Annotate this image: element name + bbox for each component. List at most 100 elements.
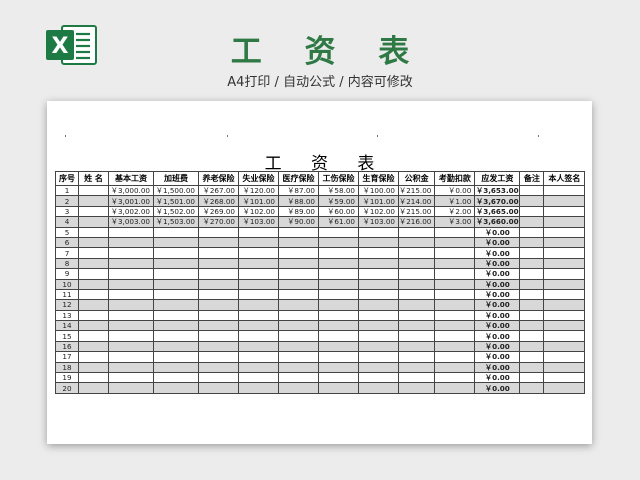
table-cell[interactable] xyxy=(198,299,239,311)
table-cell[interactable] xyxy=(78,184,109,197)
table-cell[interactable] xyxy=(543,278,586,290)
table-cell[interactable] xyxy=(153,361,199,374)
table-cell[interactable] xyxy=(153,236,199,249)
table-cell[interactable]: 17 xyxy=(55,351,79,363)
table-cell[interactable] xyxy=(198,372,239,384)
table-cell[interactable] xyxy=(278,226,319,238)
table-cell[interactable] xyxy=(543,268,586,280)
table-cell[interactable]: ￥101.00 xyxy=(238,195,279,207)
table-cell[interactable] xyxy=(318,330,359,342)
table-cell[interactable]: ￥1,502.00 xyxy=(153,205,199,218)
table-cell[interactable]: 4 xyxy=(55,216,79,228)
table-cell[interactable] xyxy=(434,320,476,332)
table-cell[interactable] xyxy=(153,340,199,353)
table-cell[interactable] xyxy=(434,351,476,363)
table-cell[interactable] xyxy=(78,205,109,218)
table-cell[interactable] xyxy=(278,330,319,342)
table-cell[interactable] xyxy=(543,372,586,384)
table-cell[interactable] xyxy=(519,257,545,270)
table-cell[interactable] xyxy=(358,382,399,394)
table-cell[interactable] xyxy=(278,320,319,332)
table-cell[interactable]: ￥0.00 xyxy=(474,361,521,374)
table-cell[interactable] xyxy=(519,247,545,259)
table-cell[interactable] xyxy=(434,382,476,394)
table-cell[interactable] xyxy=(278,288,319,301)
table-cell[interactable]: ￥3,001.00 xyxy=(108,195,154,207)
table-cell[interactable] xyxy=(543,340,586,353)
table-cell[interactable] xyxy=(543,309,586,322)
table-cell[interactable] xyxy=(434,278,476,290)
table-cell[interactable] xyxy=(238,361,279,374)
table-cell[interactable] xyxy=(318,226,359,238)
table-cell[interactable] xyxy=(543,361,586,374)
table-cell[interactable]: ￥102.00 xyxy=(238,205,279,218)
table-cell[interactable] xyxy=(397,351,436,363)
table-cell[interactable] xyxy=(78,268,109,280)
table-cell[interactable]: ￥3,670.00 xyxy=(474,195,521,207)
table-cell[interactable] xyxy=(108,257,154,270)
table-cell[interactable] xyxy=(318,288,359,301)
table-cell[interactable] xyxy=(434,330,476,342)
table-cell[interactable] xyxy=(434,288,476,301)
table-cell[interactable] xyxy=(434,268,476,280)
table-cell[interactable] xyxy=(108,330,154,342)
table-cell[interactable] xyxy=(434,372,476,384)
table-cell[interactable] xyxy=(198,278,239,290)
table-cell[interactable] xyxy=(318,320,359,332)
table-cell[interactable] xyxy=(358,278,399,290)
table-cell[interactable] xyxy=(78,278,109,290)
table-cell[interactable] xyxy=(543,184,586,197)
table-cell[interactable] xyxy=(397,330,436,342)
table-cell[interactable] xyxy=(198,361,239,374)
table-cell[interactable] xyxy=(358,340,399,353)
table-cell[interactable] xyxy=(397,382,436,394)
table-cell[interactable]: ￥0.00 xyxy=(474,372,521,384)
table-cell[interactable] xyxy=(238,299,279,311)
table-cell[interactable]: ￥120.00 xyxy=(238,184,279,197)
table-cell[interactable] xyxy=(78,361,109,374)
table-cell[interactable]: 18 xyxy=(55,361,79,374)
table-cell[interactable] xyxy=(434,340,476,353)
table-cell[interactable] xyxy=(153,247,199,259)
table-cell[interactable] xyxy=(108,288,154,301)
table-cell[interactable] xyxy=(278,372,319,384)
table-cell[interactable] xyxy=(278,340,319,353)
table-cell[interactable] xyxy=(519,205,545,218)
table-cell[interactable] xyxy=(397,372,436,384)
table-cell[interactable] xyxy=(519,268,545,280)
table-cell[interactable] xyxy=(238,278,279,290)
table-cell[interactable] xyxy=(153,309,199,322)
table-cell[interactable] xyxy=(397,309,436,322)
table-cell[interactable] xyxy=(238,382,279,394)
table-cell[interactable] xyxy=(238,351,279,363)
table-cell[interactable]: ￥0.00 xyxy=(474,288,521,301)
table-cell[interactable] xyxy=(198,257,239,270)
table-cell[interactable] xyxy=(519,382,545,394)
table-cell[interactable] xyxy=(238,372,279,384)
table-cell[interactable] xyxy=(108,361,154,374)
table-cell[interactable] xyxy=(78,330,109,342)
table-cell[interactable] xyxy=(358,351,399,363)
table-cell[interactable] xyxy=(238,236,279,249)
table-cell[interactable]: 10 xyxy=(55,278,79,290)
table-cell[interactable] xyxy=(358,247,399,259)
table-cell[interactable] xyxy=(358,288,399,301)
table-cell[interactable] xyxy=(78,309,109,322)
table-cell[interactable] xyxy=(543,205,586,218)
table-cell[interactable]: ￥87.00 xyxy=(278,184,319,197)
table-cell[interactable] xyxy=(397,236,436,249)
table-cell[interactable] xyxy=(543,382,586,394)
table-cell[interactable] xyxy=(78,288,109,301)
table-cell[interactable] xyxy=(519,340,545,353)
table-cell[interactable]: ￥0.00 xyxy=(474,351,521,363)
table-cell[interactable] xyxy=(358,257,399,270)
table-cell[interactable] xyxy=(318,236,359,249)
table-cell[interactable]: 6 xyxy=(55,236,79,249)
table-cell[interactable] xyxy=(519,288,545,301)
table-cell[interactable]: ￥0.00 xyxy=(474,330,521,342)
table-cell[interactable] xyxy=(108,309,154,322)
table-cell[interactable] xyxy=(153,288,199,301)
table-cell[interactable]: 16 xyxy=(55,340,79,353)
table-cell[interactable]: ￥267.00 xyxy=(198,184,239,197)
table-cell[interactable]: ￥3,653.00 xyxy=(474,184,521,197)
